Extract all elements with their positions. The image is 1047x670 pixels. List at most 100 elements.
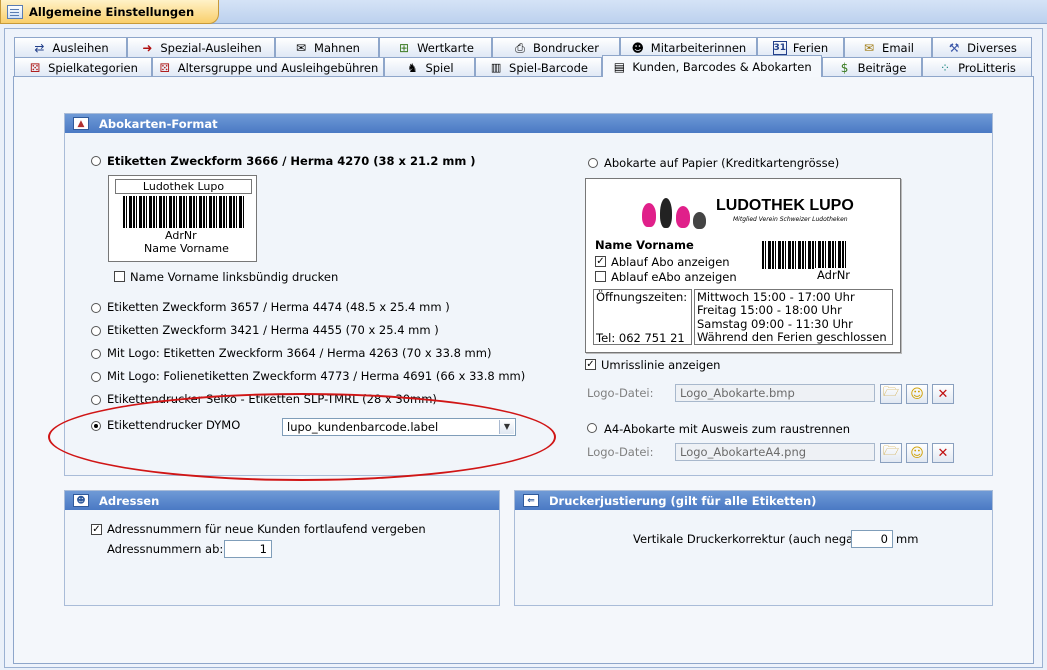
drucker-korrektur-label: Vertikale Druckerkorrektur (auch negativ…	[633, 532, 884, 546]
adressnummern-ab-input[interactable]: 1	[224, 540, 272, 558]
umriss-checkbox[interactable]: ✓	[585, 359, 596, 370]
tab-label: Wertkarte	[417, 40, 474, 55]
dymo-select-value: lupo_kundenbarcode.label	[287, 420, 439, 434]
logo-datei-label: Logo-Datei:	[587, 386, 654, 400]
drucker-korrektur-input[interactable]: 0	[851, 530, 893, 548]
radio-dymo[interactable]	[91, 421, 101, 431]
radio-seiko[interactable]	[91, 395, 101, 405]
radio-zweckform4773[interactable]	[91, 372, 101, 382]
tab-spiel[interactable]: ♞ Spiel	[384, 57, 475, 77]
tools-icon: ⚒	[948, 40, 960, 55]
tab-label: Ausleihen	[52, 40, 109, 55]
hours-line: Samstag 09:00 - 11:30 Uhr	[697, 317, 853, 331]
tab-kunden-barcodes-abokarten[interactable]: ▤ Kunden, Barcodes & Abokarten	[602, 55, 822, 77]
dots-icon: ⁘	[940, 60, 951, 75]
logo-datei2-label: Logo-Datei:	[587, 445, 654, 459]
fortlaufend-checkbox[interactable]: ✓	[91, 524, 102, 535]
tab-ausleihen[interactable]: ⇄ Ausleihen	[14, 37, 127, 57]
ablauf-abo-label: Ablauf Abo anzeigen	[611, 255, 730, 269]
dymo-label-select[interactable]: lupo_kundenbarcode.label ▼	[282, 418, 516, 436]
tab-ferien[interactable]: 31 Ferien	[757, 37, 844, 57]
money-icon: $	[840, 60, 849, 75]
tab-email[interactable]: ✉ Email	[844, 37, 932, 57]
tab-beitraege[interactable]: $ Beiträge	[822, 57, 922, 77]
linksbuendig-label: Name Vorname linksbündig drucken	[130, 270, 339, 284]
radio-zweckform3664[interactable]	[91, 349, 101, 359]
ablauf-eabo-checkbox[interactable]	[595, 271, 606, 282]
person-icon: ☻	[631, 40, 645, 55]
tab-spielkategorien[interactable]: ⚄ Spielkategorien	[14, 57, 152, 77]
label-preview-name: Ludothek Lupo	[115, 179, 252, 194]
tab-label: Altersgruppe und Ausleihgebühren	[177, 60, 379, 75]
tab-label: Email	[882, 40, 914, 55]
tab-label: Spiel	[425, 60, 454, 75]
preview-smiley-icon[interactable]: ☺	[906, 443, 928, 463]
drucker-header: ⇐ Druckerjustierung (gilt für alle Etike…	[515, 491, 992, 510]
card-tagline: Mitglied Verein Schweizer Ludotheken	[733, 216, 848, 223]
section-title: Adressen	[99, 493, 160, 508]
hours-line: Freitag 15:00 - 18:00 Uhr	[697, 303, 842, 317]
toy-icon: ♞	[407, 60, 418, 75]
card-brand: LUDOTHEK LUPO	[716, 197, 854, 214]
tab-label: Ferien	[792, 40, 829, 55]
logo-datei2-field[interactable]: Logo_AbokarteA4.png	[675, 443, 875, 461]
envelope-search-icon: ✉	[296, 40, 307, 55]
tab-altersgruppe[interactable]: ⚄ Altersgruppe und Ausleihgebühren	[152, 57, 384, 77]
window-title-tab[interactable]: Allgemeine Einstellungen	[0, 0, 220, 24]
adressnummern-ab-label: Adressnummern ab:	[107, 542, 224, 556]
window-title: Allgemeine Einstellungen	[29, 4, 195, 19]
option-label: Etiketten Zweckform 3421 / Herma 4455 (7…	[107, 323, 439, 337]
dice-icon: ⚄	[159, 60, 170, 75]
email-icon: ✉	[864, 40, 875, 55]
barcode-icon: ▥	[490, 60, 502, 74]
delete-icon[interactable]: ✕	[932, 384, 954, 404]
tab-mitarbeiterinnen[interactable]: ☻ Mitarbeiterinnen	[620, 37, 757, 57]
option-label: Mit Logo: Etiketten Zweckform 3664 / Her…	[107, 346, 492, 360]
tab-spiel-barcode[interactable]: ▥ Spiel-Barcode	[475, 57, 602, 77]
tab-label: Spezial-Ausleihen	[160, 40, 262, 55]
preview-smiley-icon[interactable]: ☺	[906, 384, 928, 404]
ablauf-abo-checkbox[interactable]: ✓	[595, 256, 606, 267]
open-folder-icon[interactable]: 🗁	[880, 443, 902, 463]
delete-icon[interactable]: ✕	[932, 443, 954, 463]
tab-label: Mitarbeiterinnen	[650, 40, 747, 55]
arrow-left-icon: ⇐	[523, 494, 539, 507]
option-zweckform3666-label: Etiketten Zweckform 3666 / Herma 4270 (3…	[107, 154, 476, 168]
radio-zweckform3421[interactable]	[91, 326, 101, 336]
logo-pawn	[660, 198, 672, 228]
radio-zweckform3666[interactable]	[91, 156, 101, 166]
chevron-down-icon[interactable]: ▼	[499, 420, 514, 434]
logo-pawn	[693, 212, 706, 229]
ablauf-eabo-label: Ablauf eAbo anzeigen	[611, 270, 737, 284]
radio-zweckform3657[interactable]	[91, 303, 101, 313]
card-add-icon: ⊞	[399, 40, 410, 55]
tab-prolitteris[interactable]: ⁘ ProLitteris	[922, 57, 1032, 77]
label-preview-adrnr: AdrNr	[165, 229, 197, 242]
form-icon	[7, 4, 23, 19]
option-label: Etiketten Zweckform 3657 / Herma 4474 (4…	[107, 300, 450, 314]
hours-line: Während den Ferien geschlossen	[697, 330, 887, 344]
tab-spezial-ausleihen[interactable]: ➜ Spezial-Ausleihen	[127, 37, 275, 57]
open-folder-icon[interactable]: 🗁	[880, 384, 902, 404]
card-adrnr: AdrNr	[815, 268, 853, 282]
tab-diverses[interactable]: ⚒ Diverses	[932, 37, 1032, 57]
umriss-label: Umrisslinie anzeigen	[601, 358, 721, 372]
tab-bondrucker[interactable]: ⎙ Bondrucker	[492, 37, 620, 57]
oeffnung-label: Öffnungszeiten:	[596, 290, 688, 304]
linksbuendig-checkbox[interactable]	[114, 271, 125, 282]
dice-icon: ⚄	[29, 60, 41, 75]
radio-a4[interactable]	[587, 423, 597, 433]
tab-mahnen[interactable]: ✉ Mahnen	[275, 37, 379, 57]
section-title: Abokarten-Format	[99, 116, 218, 131]
calendar-icon: 31	[772, 40, 787, 55]
logo-pawn	[642, 203, 656, 227]
tab-label: ProLitteris	[958, 60, 1016, 75]
logo-datei-field[interactable]: Logo_Abokarte.bmp	[675, 384, 875, 402]
radio-papier[interactable]	[588, 158, 598, 168]
tab-wertkarte[interactable]: ⊞ Wertkarte	[379, 37, 492, 57]
option-label: Mit Logo: Folienetiketten Zweckform 4773…	[107, 369, 526, 383]
person-icon: ☻	[73, 494, 89, 507]
tab-label: Beiträge	[857, 60, 907, 75]
dymo-label: Etikettendrucker DYMO	[107, 418, 241, 432]
tab-label: Spielkategorien	[48, 60, 138, 75]
